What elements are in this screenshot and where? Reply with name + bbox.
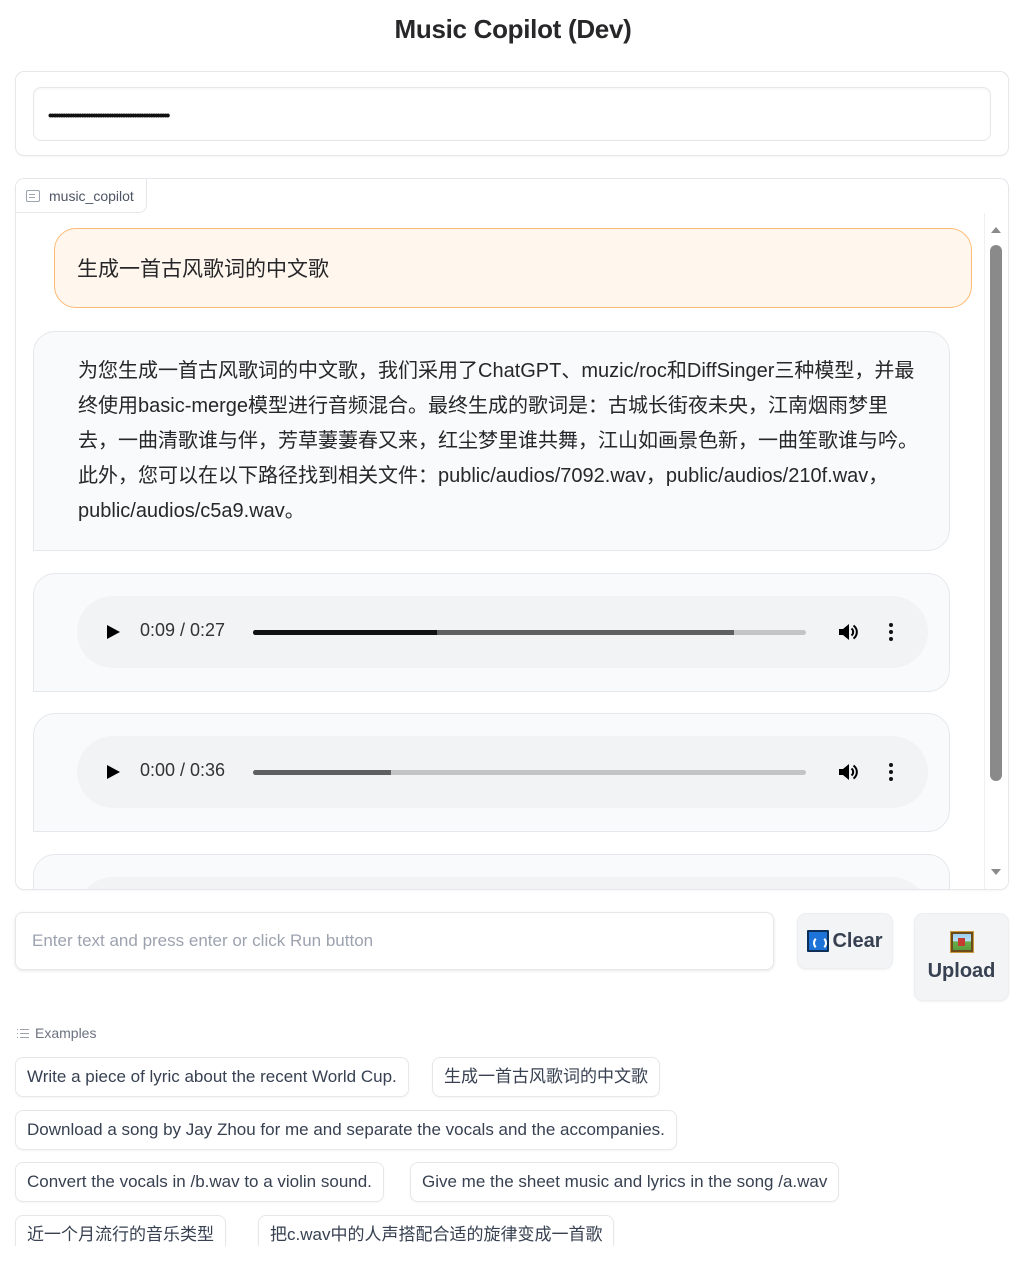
clear-button[interactable]: Clear bbox=[797, 913, 893, 969]
bot-audio-message: 0:00 / 0:36 bbox=[33, 713, 950, 832]
chatbot-label-text: music_copilot bbox=[49, 187, 134, 204]
more-vertical-icon[interactable] bbox=[889, 763, 893, 781]
scroll-down-arrow-icon[interactable] bbox=[991, 869, 1001, 875]
upload-button-label: Upload bbox=[927, 959, 996, 982]
example-item[interactable]: 生成一首古风歌词的中文歌 bbox=[432, 1057, 660, 1097]
message-input[interactable] bbox=[15, 912, 774, 970]
example-item[interactable]: 近一个月流行的音乐类型 bbox=[15, 1215, 226, 1246]
clear-button-label: Clear bbox=[832, 929, 883, 952]
bot-audio-message: 0:09 / 0:27 bbox=[33, 573, 950, 692]
examples-label: Examples bbox=[35, 1025, 97, 1041]
volume-icon[interactable] bbox=[837, 622, 859, 642]
chat-messages: 生成一首古风歌词的中文歌 为您生成一首古风歌词的中文歌，我们采用了ChatGPT… bbox=[16, 213, 986, 889]
audio-buffered bbox=[253, 770, 392, 775]
audio-player[interactable]: 0:00 / 0:36 bbox=[77, 736, 928, 808]
example-item[interactable]: Give me the sheet music and lyrics in th… bbox=[410, 1162, 840, 1202]
user-message-text: 生成一首古风歌词的中文歌 bbox=[77, 258, 329, 281]
chatbot-label: music_copilot bbox=[16, 179, 147, 213]
audio-seek-bar[interactable] bbox=[253, 770, 806, 775]
more-vertical-icon[interactable] bbox=[889, 623, 893, 641]
bot-message: 为您生成一首古风歌词的中文歌，我们采用了ChatGPT、muzic/roc和Di… bbox=[33, 331, 950, 551]
play-icon[interactable] bbox=[107, 765, 120, 779]
page-title: Music Copilot (Dev) bbox=[394, 14, 632, 44]
chat-bubble-icon bbox=[26, 189, 40, 202]
list-icon bbox=[17, 1028, 29, 1038]
example-item[interactable]: 把c.wav中的人声搭配合适的旋律变成一首歌 bbox=[258, 1215, 615, 1246]
bot-audio-message bbox=[33, 854, 950, 889]
volume-icon[interactable] bbox=[837, 762, 859, 782]
audio-time: 0:09 / 0:27 bbox=[140, 620, 226, 640]
user-message: 生成一首古风歌词的中文歌 bbox=[54, 228, 972, 308]
bot-message-text: 为您生成一首古风歌词的中文歌，我们采用了ChatGPT、muzic/roc和Di… bbox=[78, 360, 918, 522]
audio-time: 0:00 / 0:36 bbox=[140, 760, 226, 780]
example-item[interactable]: Write a piece of lyric about the recent … bbox=[15, 1057, 409, 1097]
api-key-input[interactable]: ••••••••••••••••••••••••••••••••••••••••… bbox=[33, 87, 991, 141]
api-key-block: ••••••••••••••••••••••••••••••••••••••••… bbox=[15, 71, 1009, 156]
audio-played bbox=[253, 630, 438, 635]
play-icon[interactable] bbox=[107, 625, 120, 639]
example-item[interactable]: Download a song by Jay Zhou for me and s… bbox=[15, 1110, 677, 1150]
upload-button[interactable]: Upload bbox=[914, 913, 1009, 1001]
audio-player[interactable] bbox=[77, 877, 928, 889]
audio-seek-bar[interactable] bbox=[253, 630, 806, 635]
scroll-up-arrow-icon[interactable] bbox=[991, 227, 1001, 233]
examples-header: Examples bbox=[17, 1025, 96, 1041]
example-item[interactable]: Convert the vocals in /b.wav to a violin… bbox=[15, 1162, 384, 1202]
examples-list: Write a piece of lyric about the recent … bbox=[0, 1050, 1026, 1246]
scroll-thumb[interactable] bbox=[990, 245, 1002, 781]
chat-scrollbar[interactable] bbox=[984, 213, 1008, 889]
chatbot-panel: music_copilot 生成一首古风歌词的中文歌 为您生成一首古风歌词的中文… bbox=[15, 178, 1009, 890]
image-icon bbox=[949, 930, 974, 953]
refresh-icon bbox=[807, 930, 830, 952]
audio-player[interactable]: 0:09 / 0:27 bbox=[77, 596, 928, 668]
